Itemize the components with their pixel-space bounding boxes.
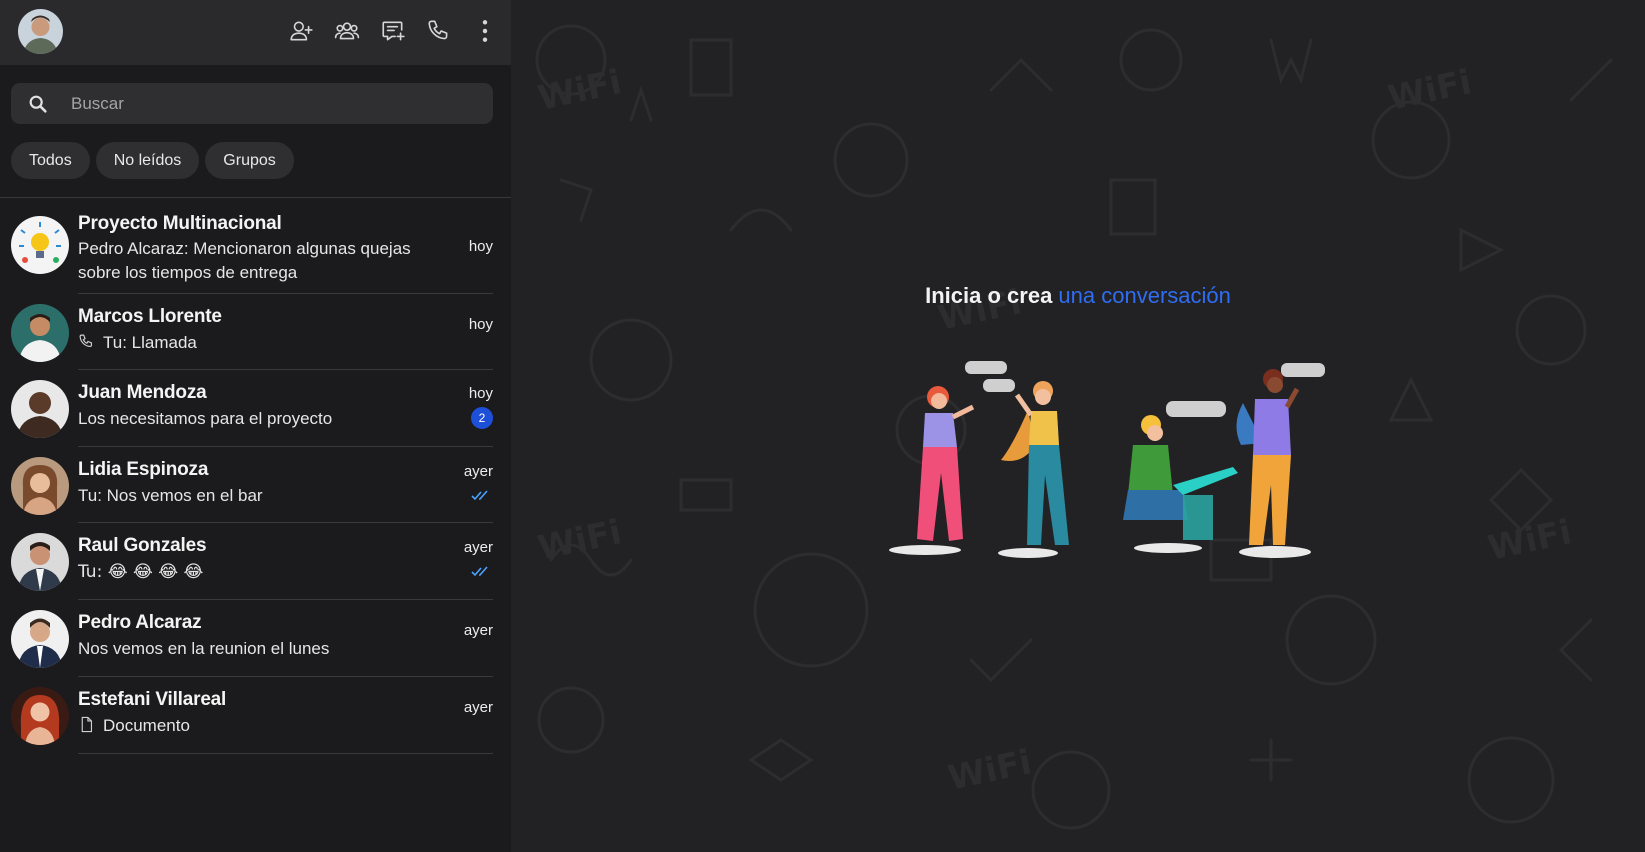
chat-name: Lidia Espinoza [78, 459, 209, 480]
divider [0, 197, 511, 198]
chat-time: hoy [468, 316, 493, 333]
new-conversation-link[interactable]: una conversación [1058, 283, 1230, 308]
new-chat-icon[interactable] [378, 16, 408, 46]
chat-name: Proyecto Multinacional [78, 213, 282, 234]
filter-chips: Todos No leídos Grupos [11, 142, 300, 179]
empty-state-title: Inicia o crea una conversación [511, 283, 1645, 309]
chat-name: Juan Mendoza [78, 382, 207, 403]
avatar [11, 380, 69, 438]
search-icon [29, 95, 47, 113]
chat-time: ayer [463, 539, 493, 556]
chat-preview: Tu: Nos vemos en el bar [78, 486, 263, 505]
read-ticks-icon [471, 490, 488, 501]
main-panel: WiFi WiFi WiFi WiFi WiFi WiFi Inicia o c… [511, 0, 1645, 852]
chat-item[interactable]: Lidia Espinoza Tu: Nos vemos en el bar a… [0, 447, 511, 523]
chat-preview: Documento [78, 714, 438, 738]
separator [78, 753, 493, 754]
chat-preview: Tu: 😂 😂 😂 😂 [78, 562, 204, 582]
groups-icon[interactable] [332, 16, 362, 46]
chat-time: hoy [468, 385, 493, 402]
chat-time: hoy [468, 238, 493, 255]
chat-preview-text: Tu: Llamada [103, 333, 197, 352]
chat-preview-text: Documento [103, 716, 190, 735]
headline-text: Inicia o crea [925, 283, 1059, 308]
svg-text:WiFi: WiFi [535, 512, 626, 569]
chat-name: Pedro Alcaraz [78, 612, 202, 633]
chat-time: ayer [463, 622, 493, 639]
avatar [11, 304, 69, 362]
add-contact-icon[interactable] [286, 16, 316, 46]
unread-badge: 2 [471, 407, 493, 429]
avatar [11, 610, 69, 668]
chat-time: ayer [463, 463, 493, 480]
search-input[interactable] [71, 83, 481, 124]
avatar [11, 687, 69, 745]
chat-item[interactable]: Raul Gonzales Tu: 😂 😂 😂 😂 ayer [0, 523, 511, 600]
sidebar: Todos No leídos Grupos Proyecto Multinac… [0, 0, 511, 852]
avatar [11, 533, 69, 591]
chat-item[interactable]: Pedro Alcaraz Nos vemos en la reunion el… [0, 600, 511, 677]
svg-text:WiFi: WiFi [1485, 512, 1576, 569]
filter-all[interactable]: Todos [11, 142, 90, 179]
avatar [11, 216, 69, 274]
chat-list: Proyecto Multinacional Pedro Alcaraz: Me… [0, 205, 511, 754]
chat-item[interactable]: Marcos Llorente Tu: Llamada hoy [0, 294, 511, 370]
profile-avatar[interactable] [18, 9, 63, 54]
chat-preview: Nos vemos en la reunion el lunes [78, 639, 330, 658]
call-icon[interactable] [424, 16, 454, 46]
chat-preview: Los necesitamos para el proyecto [78, 409, 333, 428]
filter-unread[interactable]: No leídos [95, 142, 200, 179]
search-bar [11, 83, 493, 124]
chat-name: Raul Gonzales [78, 535, 207, 556]
chat-item[interactable]: Estefani Villareal Documento ayer [0, 677, 511, 754]
svg-text:WiFi: WiFi [535, 62, 626, 119]
people-chatting-illustration [889, 361, 1325, 558]
avatar [11, 457, 69, 515]
svg-text:WiFi: WiFi [1385, 62, 1476, 119]
chat-name: Estefani Villareal [78, 689, 227, 710]
sidebar-header [0, 0, 511, 65]
filter-groups[interactable]: Grupos [205, 142, 294, 179]
chat-name: Marcos Llorente [78, 306, 222, 327]
chat-preview: Pedro Alcaraz: Mencionaron algunas queja… [78, 239, 411, 282]
chat-preview: Tu: Llamada [78, 331, 438, 355]
chat-time: ayer [463, 699, 493, 716]
phone-icon [79, 334, 93, 348]
svg-text:WiFi: WiFi [945, 742, 1036, 799]
chat-item[interactable]: Proyecto Multinacional Pedro Alcaraz: Me… [0, 205, 511, 294]
document-icon [81, 716, 93, 733]
chat-item[interactable]: Juan Mendoza Los necesitamos para el pro… [0, 370, 511, 447]
more-vertical-icon[interactable] [470, 16, 500, 46]
read-ticks-icon [471, 566, 488, 577]
